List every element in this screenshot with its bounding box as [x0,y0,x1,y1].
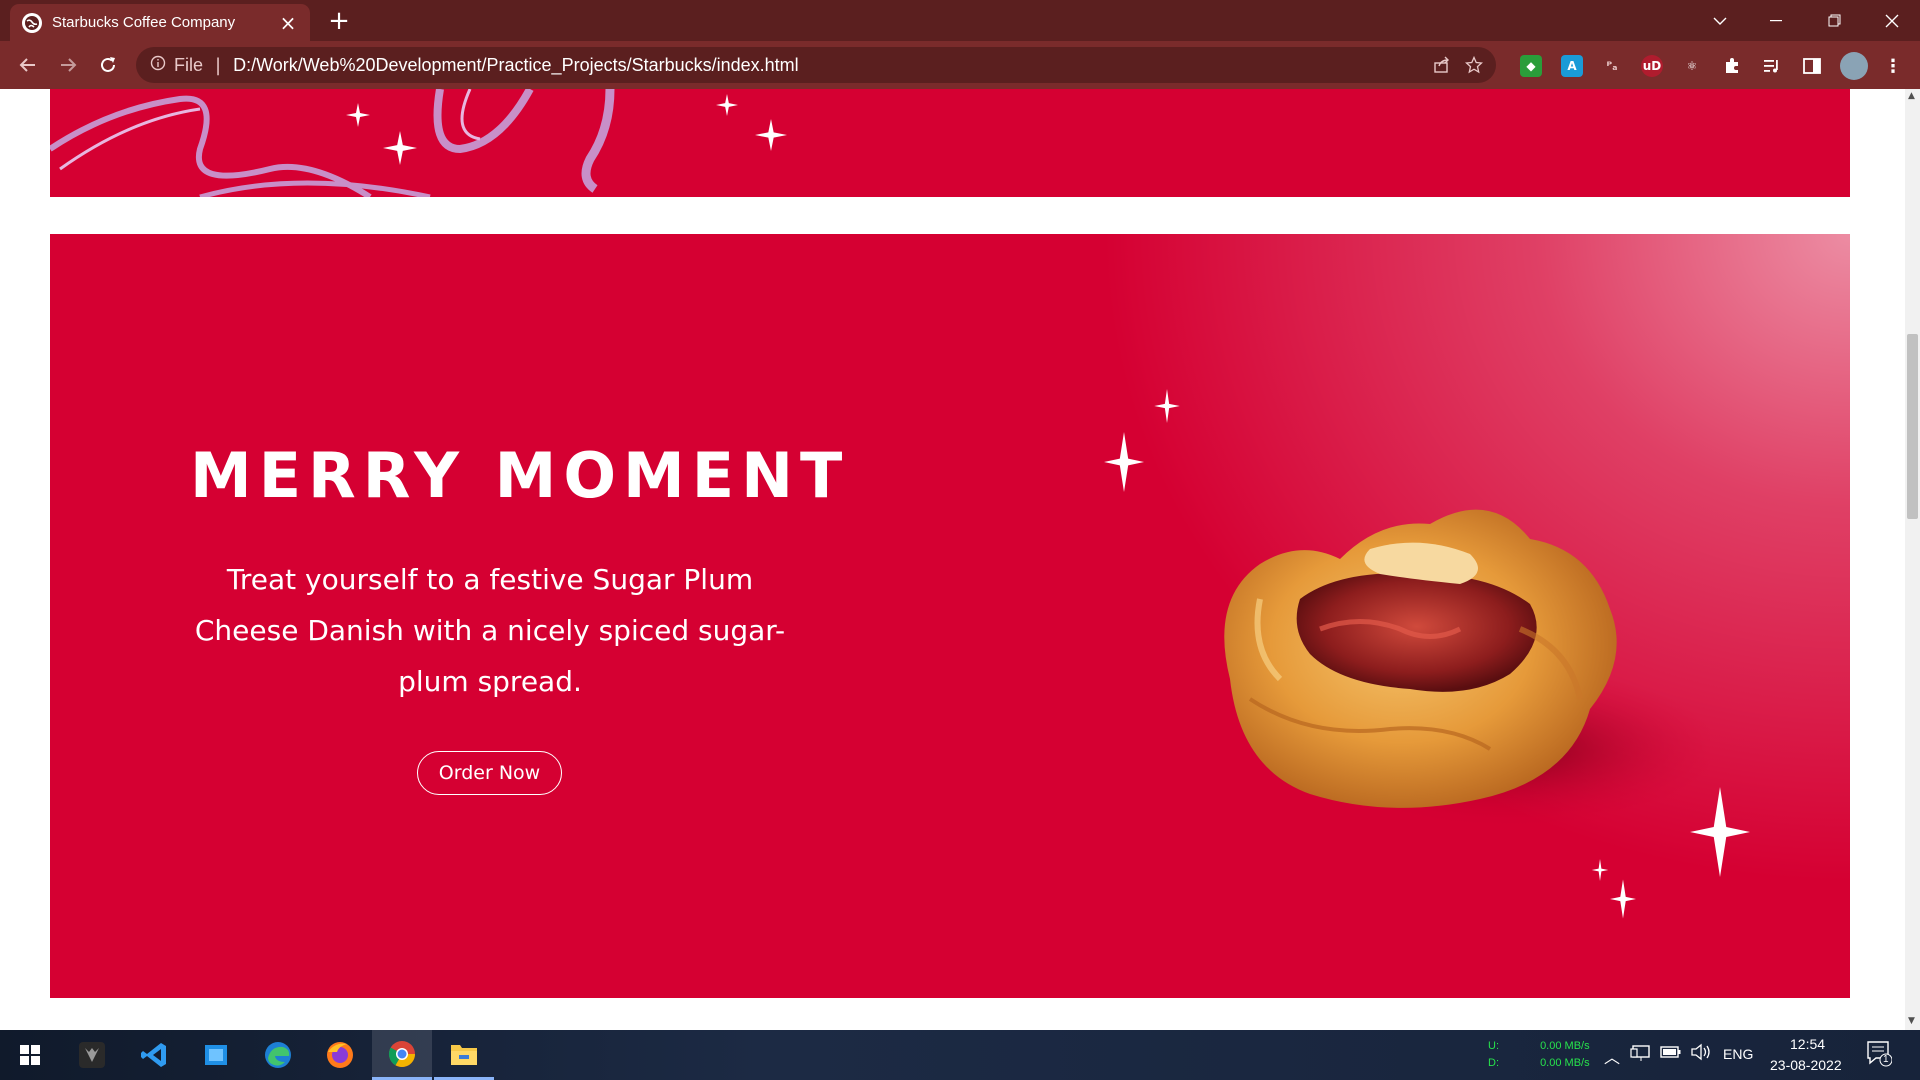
url-scheme: File [174,54,204,75]
browser-tab[interactable]: Starbucks Coffee Company × [10,4,310,41]
page-scrollbar[interactable]: ▲ ▼ [1905,89,1920,1030]
clock-date[interactable]: 23-08-2022 [1770,1057,1842,1073]
file-manager-icon[interactable] [186,1030,246,1080]
extension-pa-icon[interactable]: ᴾₐ [1601,55,1623,77]
vscode-icon[interactable] [124,1030,184,1080]
profile-avatar[interactable] [1840,52,1868,80]
upload-speed: 0.00 MB/s [1540,1040,1590,1052]
tab-title: Starbucks Coffee Company [52,14,236,31]
restore-button[interactable] [1806,0,1862,41]
back-icon[interactable] [8,45,48,85]
notification-center-icon[interactable]: 1 [1866,1040,1893,1071]
edge-browser-icon[interactable] [248,1030,308,1080]
extensions-puzzle-icon[interactable] [1721,55,1743,77]
previous-banner [50,89,1850,197]
windows-taskbar: U: 0.00 MB/s D: 0.00 MB/s ︿ ENG 12:54 23… [0,1030,1920,1080]
sparkle-icon [755,119,787,151]
url-text[interactable]: D:/Work/Web%20Development/Practice_Proje… [233,55,799,76]
download-speed: 0.00 MB/s [1540,1057,1590,1069]
battery-icon[interactable] [1660,1045,1682,1062]
danish-pastry-image [1224,509,1710,829]
sparkle-icon [1610,879,1636,919]
merry-moment-banner: MERRY MOMENT Treat yourself to a festive… [50,234,1850,998]
sparkle-icon [346,103,370,127]
predator-app-icon[interactable] [62,1030,122,1080]
extension-color-icon[interactable]: ◆ [1520,55,1542,77]
url-separator: | [215,54,222,76]
upload-label: U: [1488,1040,1499,1052]
order-now-button[interactable]: Order Now [417,751,562,795]
sparkle-icon [1591,859,1609,881]
chrome-icon[interactable] [372,1030,432,1080]
ribbon-decoration [50,89,615,197]
react-devtools-icon[interactable]: ⚛ [1681,55,1703,77]
sparkle-icon [716,94,738,116]
volume-icon[interactable] [1690,1043,1712,1064]
bookmark-star-icon[interactable] [1464,55,1484,76]
input-language[interactable]: ENG [1723,1046,1753,1062]
windows-start-icon[interactable] [0,1030,60,1080]
browser-tab-bar: Starbucks Coffee Company × + [0,0,1920,41]
minimize-button[interactable] [1748,0,1804,41]
scroll-down-arrow-icon[interactable]: ▼ [1908,1016,1915,1026]
scrollbar-thumb[interactable] [1907,334,1918,519]
menu-kebab-icon[interactable]: ⋮ [1882,55,1904,77]
extension-a-icon[interactable]: A [1561,55,1583,77]
firefox-icon[interactable] [310,1030,370,1080]
sparkle-icon [1104,432,1144,492]
notification-count: 1 [1883,1054,1889,1065]
new-tab-button[interactable]: + [324,6,354,36]
file-explorer-icon[interactable] [434,1030,494,1080]
share-icon[interactable] [1432,56,1452,76]
network-speed-monitor: U: 0.00 MB/s D: 0.00 MB/s [1488,1038,1598,1072]
scroll-up-arrow-icon[interactable]: ▲ [1908,91,1915,101]
tab-search-icon[interactable] [1692,0,1748,41]
clock-time[interactable]: 12:54 [1790,1036,1825,1052]
address-bar[interactable]: File | D:/Work/Web%20Development/Practic… [136,47,1496,83]
download-label: D: [1488,1057,1499,1069]
globe-icon [22,12,42,33]
forward-icon[interactable] [48,45,88,85]
banner-headline: MERRY MOMENT [190,439,850,512]
close-tab-icon[interactable]: × [278,11,298,35]
reload-icon[interactable] [88,45,128,85]
page-viewport: MERRY MOMENT Treat yourself to a festive… [0,89,1905,1030]
side-panel-icon[interactable] [1801,55,1823,77]
tray-overflow-chevron-icon[interactable]: ︿ [1604,1044,1620,1068]
browser-toolbar: File | D:/Work/Web%20Development/Practic… [0,41,1920,89]
sparkle-icon [383,131,417,165]
info-icon[interactable] [150,55,166,75]
banner-description: Treat yourself to a festive Sugar Plum C… [194,563,786,698]
close-window-button[interactable] [1864,0,1920,41]
media-control-icon[interactable] [1761,55,1783,77]
sparkle-icon [1154,389,1180,423]
network-icon[interactable] [1630,1043,1652,1066]
ublock-icon[interactable]: uD [1641,55,1663,77]
